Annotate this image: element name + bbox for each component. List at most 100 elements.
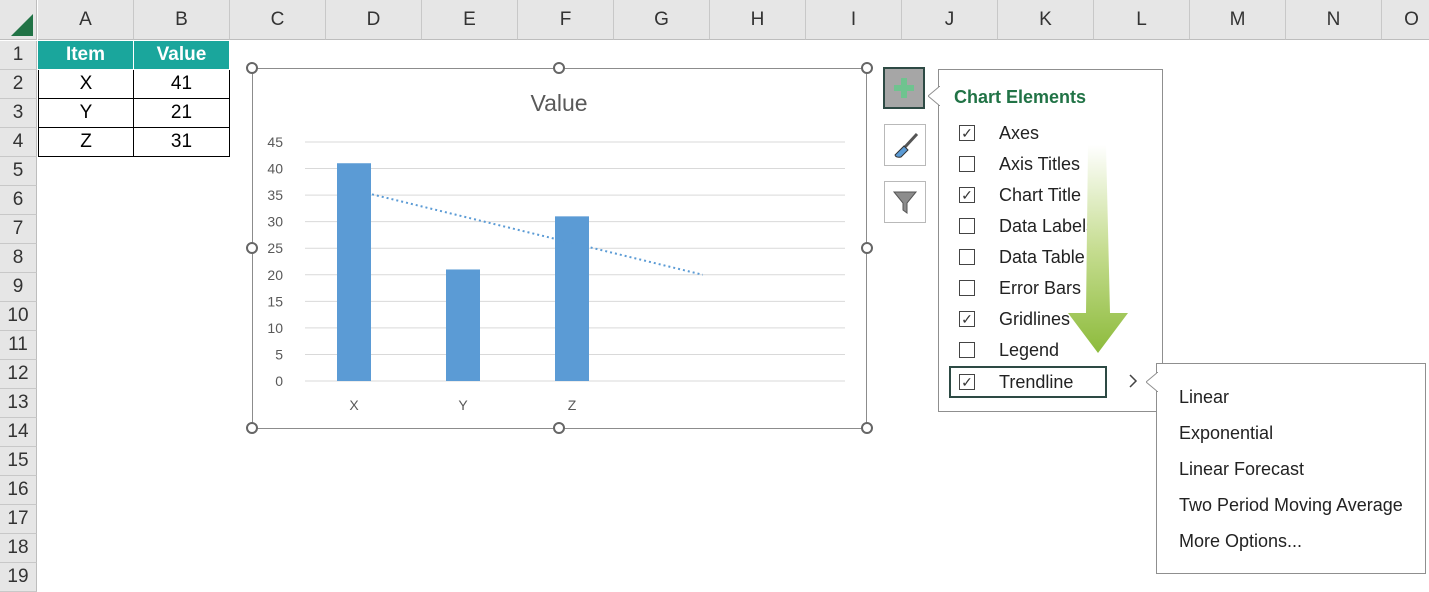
row-header-13[interactable]: 13 xyxy=(0,389,37,418)
row-header-11[interactable]: 11 xyxy=(0,331,37,360)
column-header-m[interactable]: M xyxy=(1190,0,1286,40)
row-header-19[interactable]: 19 xyxy=(0,563,37,592)
chevron-right-icon[interactable] xyxy=(1127,373,1139,389)
chart-elements-button[interactable] xyxy=(883,67,925,109)
row-header-9[interactable]: 9 xyxy=(0,273,37,302)
checkbox[interactable]: ✓ xyxy=(959,311,975,327)
row-header-10[interactable]: 10 xyxy=(0,302,37,331)
trendline[interactable] xyxy=(371,193,704,276)
y-tick-label: 30 xyxy=(267,214,283,230)
checkbox[interactable]: ✓ xyxy=(959,187,975,203)
chart-plot: Value 0 5 10 15 20 25 30 35 40 45 X Y Z xyxy=(267,90,845,413)
column-header-e[interactable]: E xyxy=(422,0,518,40)
row-header-4[interactable]: 4 xyxy=(0,128,37,157)
panel-pointer-icon xyxy=(928,86,940,106)
bar-y[interactable] xyxy=(446,269,480,381)
resize-handle-middle-right[interactable] xyxy=(861,242,873,254)
column-header-o[interactable]: O xyxy=(1382,0,1429,40)
chart-element-axis-titles[interactable]: Axis Titles xyxy=(959,149,1080,179)
column-header-h[interactable]: H xyxy=(710,0,806,40)
chart-element-label: Trendline xyxy=(999,371,1074,392)
chart-title[interactable]: Value xyxy=(530,90,587,116)
column-header-c[interactable]: C xyxy=(230,0,326,40)
trendline-option-linear-forecast[interactable]: Linear Forecast xyxy=(1179,454,1304,484)
resize-handle-middle-left[interactable] xyxy=(246,242,258,254)
checkbox[interactable]: ✓ xyxy=(959,125,975,141)
plus-icon xyxy=(894,78,914,98)
table-cell[interactable]: X xyxy=(38,70,134,99)
x-tick-label: Z xyxy=(568,397,577,413)
column-header-d[interactable]: D xyxy=(326,0,422,40)
table-cell[interactable]: 41 xyxy=(134,70,230,99)
chart-styles-button[interactable] xyxy=(884,124,926,166)
chart-element-error-bars[interactable]: Error Bars xyxy=(959,273,1081,303)
trendline-option-two-period-moving-average[interactable]: Two Period Moving Average xyxy=(1179,490,1403,520)
y-tick-label: 40 xyxy=(267,161,283,177)
chart-element-gridlines[interactable]: ✓ Gridlines xyxy=(959,304,1070,334)
checkbox[interactable] xyxy=(959,280,975,296)
resize-handle-top-left[interactable] xyxy=(246,62,258,74)
chart-element-label: Gridlines xyxy=(999,308,1071,329)
row-header-3[interactable]: 3 xyxy=(0,99,37,128)
y-tick-label: 45 xyxy=(267,134,283,150)
checkbox[interactable]: ✓ xyxy=(959,374,975,390)
resize-handle-bottom-right[interactable] xyxy=(861,422,873,434)
row-header-14[interactable]: 14 xyxy=(0,418,37,447)
row-header-15[interactable]: 15 xyxy=(0,447,37,476)
chart-element-trendline[interactable]: ✓ Trendline xyxy=(949,366,1107,398)
checkbox[interactable] xyxy=(959,218,975,234)
paintbrush-icon xyxy=(894,132,919,158)
row-header-6[interactable]: 6 xyxy=(0,186,37,215)
table-cell[interactable]: 21 xyxy=(134,99,230,128)
column-header-a[interactable]: A xyxy=(38,0,134,40)
row-header-5[interactable]: 5 xyxy=(0,157,37,186)
column-header-n[interactable]: N xyxy=(1286,0,1382,40)
checkbox[interactable] xyxy=(959,249,975,265)
row-header-17[interactable]: 17 xyxy=(0,505,37,534)
chart-filters-button[interactable] xyxy=(884,181,926,223)
checkbox[interactable] xyxy=(959,342,975,358)
row-header-7[interactable]: 7 xyxy=(0,215,37,244)
column-header-b[interactable]: B xyxy=(134,0,230,40)
row-header-12[interactable]: 12 xyxy=(0,360,37,389)
bar-z[interactable] xyxy=(555,216,589,381)
column-header-j[interactable]: J xyxy=(902,0,998,40)
resize-handle-bottom-center[interactable] xyxy=(553,422,565,434)
column-header-i[interactable]: I xyxy=(806,0,902,40)
y-tick-label: 25 xyxy=(267,240,283,256)
column-header-k[interactable]: K xyxy=(998,0,1094,40)
column-header-g[interactable]: G xyxy=(614,0,710,40)
table-header-item[interactable]: Item xyxy=(38,41,134,70)
row-header-16[interactable]: 16 xyxy=(0,476,37,505)
y-tick-label: 10 xyxy=(267,320,283,336)
table-cell[interactable]: 31 xyxy=(134,128,230,157)
chart-element-legend[interactable]: Legend xyxy=(959,335,1059,365)
trendline-option-more-options[interactable]: More Options... xyxy=(1179,526,1302,556)
y-tick-label: 15 xyxy=(267,293,283,309)
funnel-icon xyxy=(892,191,918,214)
resize-handle-top-center[interactable] xyxy=(553,62,565,74)
trendline-option-linear[interactable]: Linear xyxy=(1179,382,1229,412)
row-header-1[interactable]: 1 xyxy=(0,41,37,70)
select-all-corner[interactable] xyxy=(0,0,37,40)
trendline-option-exponential[interactable]: Exponential xyxy=(1179,418,1273,448)
chart-elements-title: Chart Elements xyxy=(954,87,1087,107)
column-header-l[interactable]: L xyxy=(1094,0,1190,40)
x-tick-label: X xyxy=(349,397,359,413)
row-header-2[interactable]: 2 xyxy=(0,70,37,99)
row-header-8[interactable]: 8 xyxy=(0,244,37,273)
bar-x[interactable] xyxy=(337,163,371,381)
y-tick-label: 35 xyxy=(267,187,283,203)
chart-area[interactable]: Value 0 5 10 15 20 25 30 35 40 45 X Y Z xyxy=(252,68,867,429)
resize-handle-bottom-left[interactable] xyxy=(246,422,258,434)
column-header-f[interactable]: F xyxy=(518,0,614,40)
row-header-18[interactable]: 18 xyxy=(0,534,37,563)
chart-element-axes[interactable]: ✓ Axes xyxy=(959,118,1039,148)
corner-triangle-icon xyxy=(11,14,33,36)
resize-handle-top-right[interactable] xyxy=(861,62,873,74)
checkbox[interactable] xyxy=(959,156,975,172)
chart-element-chart-title[interactable]: ✓ Chart Title xyxy=(959,180,1081,210)
table-cell[interactable]: Y xyxy=(38,99,134,128)
table-header-value[interactable]: Value xyxy=(134,41,230,70)
table-cell[interactable]: Z xyxy=(38,128,134,157)
